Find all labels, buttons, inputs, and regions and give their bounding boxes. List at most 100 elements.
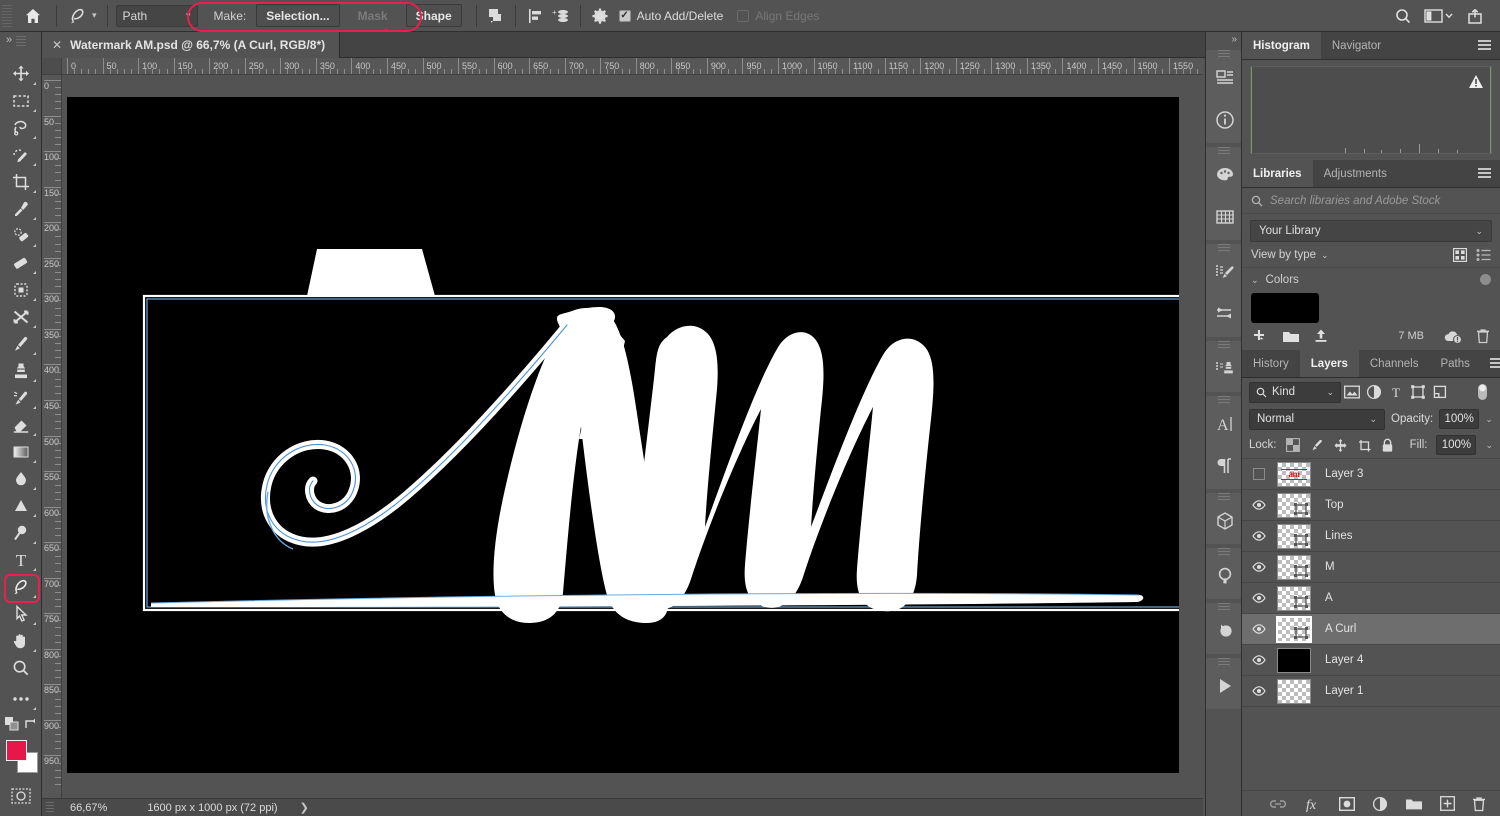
view-by-type-label[interactable]: View by type	[1251, 249, 1316, 261]
layer-thumbnail[interactable]: am	[1277, 462, 1311, 487]
lock-image-pixels-icon[interactable]	[1309, 438, 1324, 453]
layer-name[interactable]: Layer 4	[1325, 654, 1363, 666]
rail-grip[interactable]	[1218, 603, 1230, 610]
libraries-search-row[interactable]: Search libraries and Adobe Stock	[1242, 188, 1500, 214]
library-color-swatch[interactable]	[1251, 293, 1319, 323]
tool-lasso[interactable]	[4, 114, 38, 141]
colors-group-header[interactable]: ⌄ Colors	[1251, 274, 1491, 286]
3d-panel-icon[interactable]	[1206, 500, 1243, 542]
upload-icon[interactable]	[1313, 328, 1329, 344]
properties-panel-icon[interactable]	[1206, 57, 1243, 99]
rail-grip[interactable]	[1218, 396, 1230, 403]
opacity-value[interactable]: 100%	[1439, 409, 1479, 429]
default-colors-icon[interactable]	[4, 716, 20, 732]
filter-type-icon[interactable]: T	[1385, 381, 1407, 403]
tool-patch[interactable]	[4, 249, 38, 276]
tool-edit-toolbar[interactable]	[4, 685, 38, 712]
layer-name[interactable]: A	[1325, 592, 1333, 604]
layer-visibility-eye-icon[interactable]	[1242, 500, 1275, 510]
layer-visibility-eye-icon[interactable]	[1242, 562, 1275, 572]
tool-object-selection[interactable]	[4, 141, 38, 168]
delete-layer-icon[interactable]	[1472, 796, 1486, 812]
layer-row[interactable]: Top	[1242, 490, 1500, 521]
character-panel-icon[interactable]: A	[1206, 403, 1243, 445]
tab-layers[interactable]: Layers	[1300, 350, 1359, 377]
chevron-right-icon[interactable]: ❯	[300, 801, 309, 814]
new-group-icon[interactable]	[1282, 329, 1300, 344]
layer-thumbnail[interactable]	[1277, 555, 1311, 580]
tool-spot-healing-brush[interactable]	[4, 222, 38, 249]
layer-row[interactable]: A	[1242, 583, 1500, 614]
auto-add-delete-checkbox[interactable]: ✓	[619, 10, 631, 22]
chevron-down-icon[interactable]: ⌄	[1485, 440, 1493, 451]
lock-transparent-pixels-icon[interactable]	[1286, 438, 1300, 452]
options-bar-grip[interactable]	[2, 5, 12, 27]
rail-grip[interactable]	[1218, 548, 1230, 555]
tool-red-eye[interactable]	[4, 303, 38, 330]
info-panel-icon[interactable]	[1206, 99, 1243, 141]
layer-visibility-toggle[interactable]	[1242, 468, 1275, 480]
tool-crop[interactable]	[4, 168, 38, 195]
swatches-panel-icon[interactable]	[1206, 196, 1243, 238]
ruler-corner[interactable]	[42, 58, 62, 75]
layer-name[interactable]: Top	[1325, 499, 1344, 511]
layer-visibility-eye-icon[interactable]	[1242, 655, 1275, 665]
new-group-icon[interactable]	[1405, 797, 1423, 811]
libraries-panel-menu-button[interactable]	[1469, 160, 1500, 187]
layer-thumbnail[interactable]	[1277, 524, 1311, 549]
document-tab[interactable]: ✕ Watermark AM.psd @ 66,7% (A Curl, RGB/…	[42, 32, 340, 58]
tab-libraries[interactable]: Libraries	[1242, 160, 1313, 187]
layer-thumbnail[interactable]	[1277, 679, 1311, 704]
blend-mode-select[interactable]: Normal ⌄	[1249, 409, 1385, 430]
tab-history[interactable]: History	[1242, 350, 1300, 377]
layer-row[interactable]: Layer 1	[1242, 676, 1500, 707]
layer-visibility-eye-icon[interactable]	[1242, 624, 1275, 634]
filter-smart-object-icon[interactable]	[1429, 381, 1451, 403]
tool-burn[interactable]	[4, 519, 38, 546]
make-shape-button[interactable]: Shape	[406, 4, 462, 27]
tab-histogram[interactable]: Histogram	[1242, 32, 1321, 59]
layer-name[interactable]: Layer 3	[1325, 468, 1363, 480]
tool-rectangular-marquee[interactable]	[4, 87, 38, 114]
layer-thumbnail[interactable]	[1277, 586, 1311, 611]
filter-adjustment-icon[interactable]	[1363, 381, 1385, 403]
clone-source-panel-icon[interactable]	[1206, 348, 1243, 390]
adjustments-panel-icon[interactable]	[1206, 555, 1243, 597]
status-bar-grip[interactable]	[46, 802, 54, 814]
layer-filter-kind-select[interactable]: Kind ⌄	[1249, 382, 1341, 403]
chevron-down-icon[interactable]: ⌄	[1321, 250, 1329, 261]
tool-clone-stamp[interactable]	[4, 357, 38, 384]
filter-shape-icon[interactable]	[1407, 381, 1429, 403]
tool-content-aware-move[interactable]	[4, 276, 38, 303]
tool-brush[interactable]	[4, 330, 38, 357]
rail-grip[interactable]	[1218, 493, 1230, 500]
list-view-icon[interactable]	[1476, 248, 1491, 262]
layer-row[interactable]: am Layer 3	[1242, 459, 1500, 490]
rail-grip[interactable]	[1218, 244, 1230, 251]
chevron-down-icon[interactable]: ⌄	[1485, 414, 1493, 425]
histogram-panel-menu-button[interactable]	[1469, 32, 1500, 59]
layer-row[interactable]: Lines	[1242, 521, 1500, 552]
library-select[interactable]: Your Library ⌄	[1250, 220, 1492, 242]
tools-panel-grip[interactable]	[16, 36, 26, 46]
rail-grip[interactable]	[1218, 341, 1230, 348]
close-icon[interactable]: ✕	[52, 38, 62, 52]
swap-colors-icon[interactable]	[24, 716, 38, 732]
tool-blur[interactable]	[4, 465, 38, 492]
home-button[interactable]	[16, 3, 50, 29]
layer-thumbnail[interactable]	[1277, 648, 1311, 673]
tool-pen[interactable]	[4, 573, 38, 600]
grid-view-icon[interactable]	[1453, 248, 1467, 262]
trash-icon[interactable]	[1476, 328, 1490, 344]
tool-hand[interactable]	[4, 627, 38, 654]
tab-navigator[interactable]: Navigator	[1321, 32, 1392, 59]
new-adjustment-layer-icon[interactable]	[1372, 796, 1388, 812]
cloud-sync-warning-icon[interactable]	[1443, 329, 1463, 344]
chevron-double-right-icon[interactable]: »	[1231, 34, 1237, 45]
artwork-canvas[interactable]	[67, 97, 1179, 773]
screen-mode-toggle[interactable]	[4, 809, 38, 816]
rail-grip[interactable]	[1218, 50, 1230, 57]
layer-row[interactable]: A Curl	[1242, 614, 1500, 645]
search-button[interactable]	[1390, 4, 1416, 28]
quick-mask-toggle[interactable]	[4, 782, 38, 809]
